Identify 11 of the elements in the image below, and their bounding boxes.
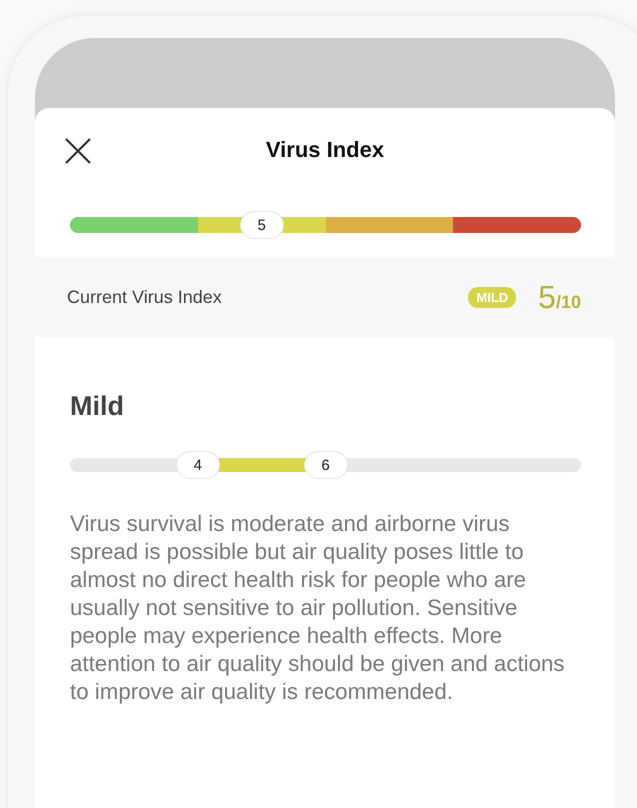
range-thumb[interactable]: 6 — [304, 451, 348, 479]
close-button[interactable] — [63, 136, 93, 166]
level-description: Virus survival is moderate and airborne virus spread is possible but air quality poses little to almost no direct health risk for people who are usually not sensitive to air pollution. Sensitive people may experience health effects. More attention to air quality should be given and actions to improve air quality is recommended. — [70, 510, 566, 706]
scale-thumb[interactable]: 5 — [240, 211, 284, 239]
close-icon — [63, 136, 93, 166]
index-score: 5/10 — [538, 278, 581, 316]
level-title: Mild — [70, 391, 125, 422]
range-thumb[interactable]: 4 — [176, 451, 220, 479]
level-badge: MILD — [468, 286, 516, 308]
current-index-label: Current Virus Index — [67, 286, 223, 308]
screen-title: Virus Index — [266, 137, 384, 163]
